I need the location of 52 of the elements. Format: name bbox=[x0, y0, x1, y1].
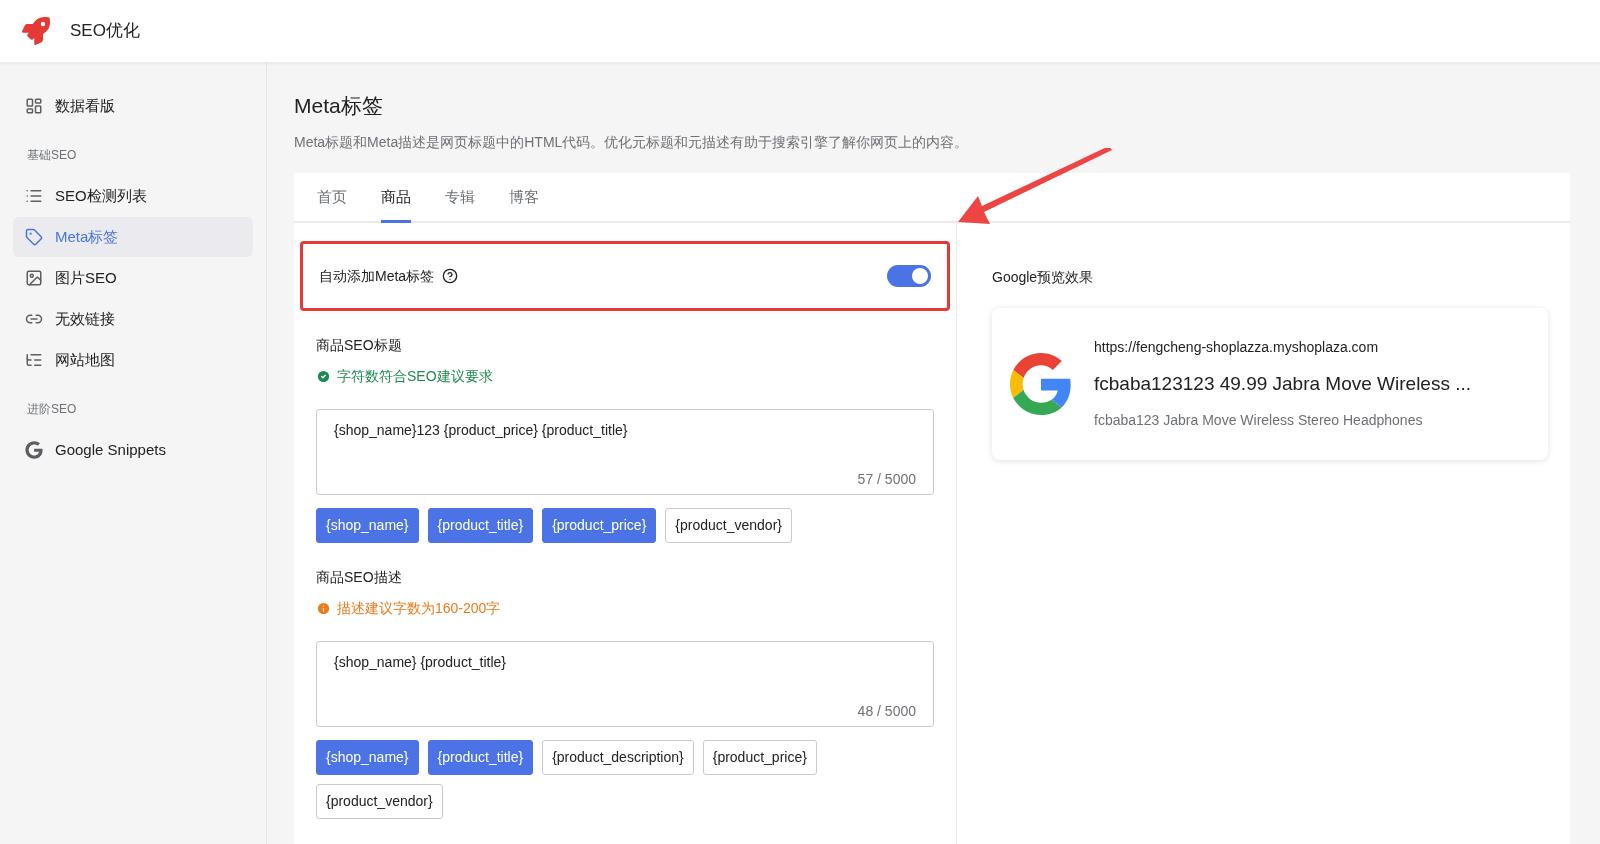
info-icon bbox=[316, 601, 331, 616]
tab[interactable]: 商品 bbox=[381, 185, 411, 223]
sidebar-item[interactable]: SEO检测列表 bbox=[13, 176, 253, 216]
tab[interactable]: 首页 bbox=[317, 185, 347, 223]
preview-headline: fcbaba123123 49.99 Jabra Move Wireless ... bbox=[1094, 371, 1472, 396]
variable-tag[interactable]: {product_vendor} bbox=[316, 784, 443, 819]
rocket-logo-icon bbox=[22, 17, 50, 45]
variable-tag[interactable]: {shop_name} bbox=[316, 740, 419, 775]
variable-tag[interactable]: {shop_name} bbox=[316, 508, 419, 543]
sidebar-item[interactable]: 网站地图 bbox=[13, 340, 253, 380]
text-area-field[interactable]: {shop_name}123 {product_price} {product_title} 57 / 5000 bbox=[316, 409, 934, 495]
variable-tag[interactable]: {product_price} bbox=[702, 740, 817, 775]
check-circle-icon bbox=[316, 369, 331, 384]
sidebar-item[interactable]: 数据看版 bbox=[13, 86, 253, 126]
variable-tag[interactable]: {product_title} bbox=[427, 508, 534, 543]
preview-title: Google预览效果 bbox=[992, 268, 1095, 287]
image-icon bbox=[25, 269, 43, 287]
google-g-icon bbox=[25, 441, 43, 459]
help-icon[interactable] bbox=[442, 268, 459, 284]
sidebar-item[interactable]: Google Snippets bbox=[13, 430, 253, 470]
status-message: 描述建议字数为160-200字 bbox=[337, 599, 501, 618]
sidebar-section-heading: 基础SEO bbox=[26, 147, 78, 164]
character-count: 48 / 5000 bbox=[857, 702, 916, 721]
tab[interactable]: 专辑 bbox=[445, 185, 475, 223]
status-message: 字符数符合SEO建议要求 bbox=[337, 367, 493, 386]
sidebar-item[interactable]: 图片SEO bbox=[13, 258, 253, 298]
tab[interactable]: 博客 bbox=[509, 185, 539, 223]
sidebar-section-heading: 进阶SEO bbox=[26, 401, 78, 418]
text-area-field[interactable]: {shop_name} {product_title} 48 / 5000 bbox=[316, 641, 934, 727]
variable-tag[interactable]: {product_vendor} bbox=[665, 508, 792, 543]
sidebar-item[interactable]: Meta标签 bbox=[13, 217, 253, 257]
variable-tag[interactable]: {product_description} bbox=[542, 740, 694, 775]
preview-snippet: fcbaba123 Jabra Move Wireless Stereo Headphones bbox=[1094, 411, 1424, 431]
variable-tag[interactable]: {product_title} bbox=[427, 740, 534, 775]
character-count: 57 / 5000 bbox=[857, 470, 916, 489]
preview-url: https://fengcheng-shoplazza.myshoplaza.com bbox=[1094, 337, 1380, 357]
field-label: 商品SEO标题 bbox=[316, 336, 403, 355]
page-description: Meta标题和Meta描述是网页标题中的HTML代码。优化元标题和元描述有助于搜索引擎了解你网页上的内容。 bbox=[294, 133, 970, 152]
field-value: {shop_name} {product_title} bbox=[334, 653, 508, 672]
field-label: 商品SEO描述 bbox=[316, 568, 403, 587]
auto-meta-label: 自动添加Meta标签 bbox=[319, 266, 435, 286]
dashboard-icon bbox=[25, 97, 43, 115]
tag-icon bbox=[25, 228, 43, 246]
google-logo-icon bbox=[1010, 353, 1072, 415]
page-title: Meta标签 bbox=[294, 93, 384, 119]
sidebar-item[interactable]: 无效链接 bbox=[13, 299, 253, 339]
field-value: {shop_name}123 {product_price} {product_title} bbox=[334, 421, 629, 440]
tree-list-icon bbox=[25, 351, 43, 369]
list-icon bbox=[25, 187, 43, 205]
auto-meta-toggle[interactable] bbox=[887, 265, 931, 287]
variable-tag[interactable]: {product_price} bbox=[542, 508, 657, 543]
app-title: SEO优化 bbox=[70, 20, 140, 43]
